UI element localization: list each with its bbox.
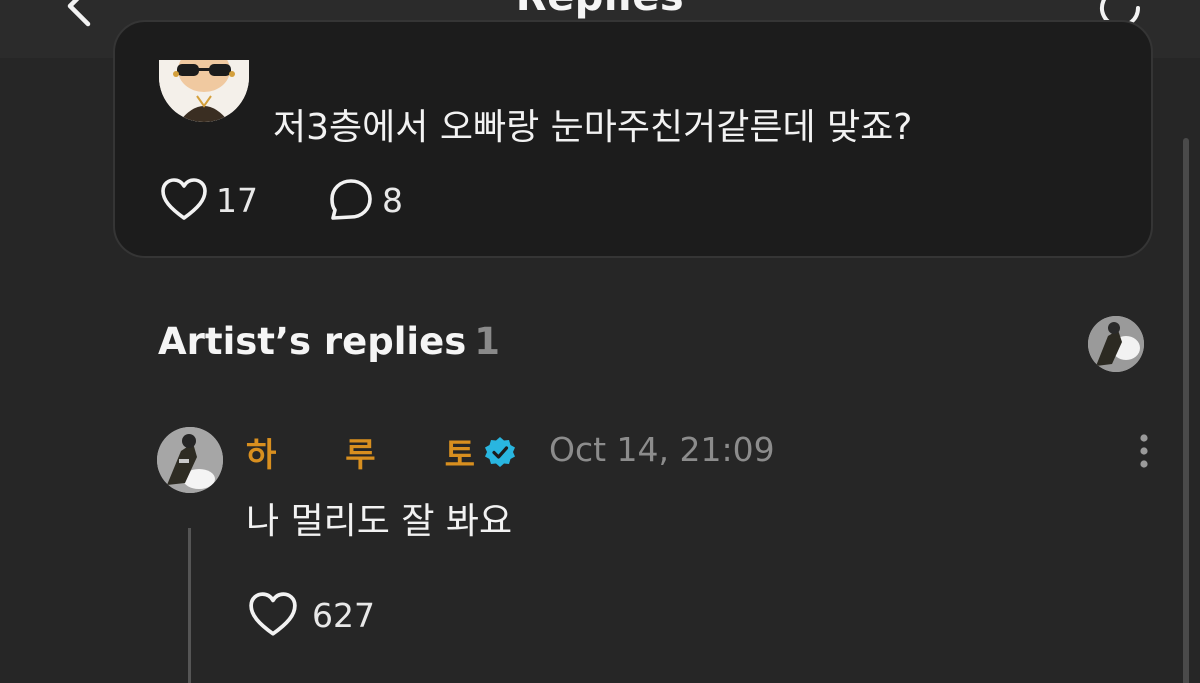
more-options-button[interactable]: [1130, 432, 1158, 472]
reply-avatar[interactable]: [157, 427, 223, 493]
artist-replies-title: Artist’s replies: [158, 320, 467, 363]
reply-author[interactable]: 하 루 토: [246, 428, 517, 476]
reply-text: 나 멀리도 잘 봐요: [246, 501, 513, 542]
artist-photo: [1088, 316, 1144, 372]
original-post-card: 저3층에서 오빠랑 눈마주친거같른데 맞죠? 17 8: [113, 20, 1153, 258]
like-button[interactable]: 17: [160, 178, 258, 222]
reply-like-button[interactable]: 627: [248, 592, 375, 638]
artist-avatar-small[interactable]: [1088, 316, 1144, 372]
artist-replies-heading: Artist’s replies 1: [158, 320, 500, 363]
reply-author-name: 하 루 토: [246, 435, 475, 474]
reply-timestamp: Oct 14, 21:09: [549, 430, 775, 469]
artist-replies-count: 1: [474, 320, 500, 363]
post-text: 저3층에서 오빠랑 눈마주친거같른데 맞죠?: [273, 107, 913, 148]
reply-like-count: 627: [312, 595, 375, 635]
user-avatar-illustration: [159, 60, 249, 122]
heart-icon: [249, 592, 297, 636]
comment-count: 8: [382, 180, 403, 220]
replies-screen: Replies 저3층에서 오빠랑 눈마주친거같른데 맞죠?: [0, 0, 1200, 683]
comment-button[interactable]: 8: [328, 178, 403, 222]
like-count: 17: [216, 180, 258, 220]
scrollbar[interactable]: [1183, 138, 1189, 683]
artist-photo: [157, 427, 223, 493]
avatar[interactable]: [159, 60, 249, 122]
thread-line: [188, 528, 191, 683]
more-vertical-icon: [1140, 434, 1148, 468]
heart-icon: [161, 178, 207, 220]
page-title: Replies: [0, 0, 1200, 20]
comment-bubble-icon: [330, 179, 372, 220]
verified-badge-icon: [484, 437, 515, 467]
